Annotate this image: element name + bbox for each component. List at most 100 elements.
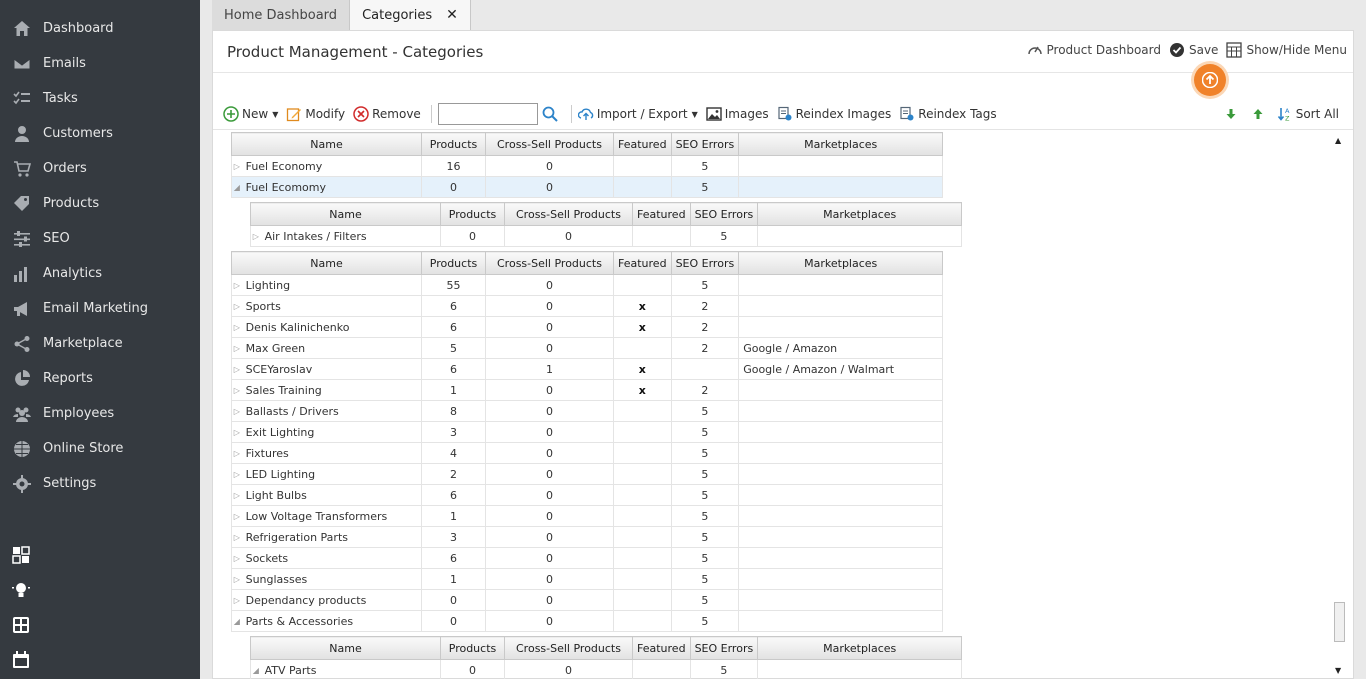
- table-row[interactable]: ▷ Low Voltage Transformers 1 0 5: [230, 505, 944, 527]
- sidebar-item-settings[interactable]: Settings: [0, 466, 200, 501]
- windows-icon[interactable]: [12, 546, 30, 564]
- column-header-name[interactable]: Name: [250, 202, 441, 226]
- expand-toggle-icon[interactable]: ▷: [230, 379, 242, 401]
- show-hide-menu-button[interactable]: Show/Hide Menu: [1226, 42, 1347, 58]
- search-input[interactable]: [437, 103, 538, 125]
- expand-toggle-icon[interactable]: ▷: [230, 442, 242, 464]
- expand-toggle-icon[interactable]: ▷: [230, 463, 242, 485]
- table-row[interactable]: ▷ Sports 6 0 x 2: [230, 295, 944, 317]
- table-row[interactable]: ▷ Max Green 5 0 2 Google / Amazon: [230, 337, 944, 359]
- column-header-products[interactable]: Products: [421, 132, 486, 156]
- scroll-up-icon[interactable]: ▲: [1335, 136, 1341, 145]
- expand-toggle-icon[interactable]: ▷: [230, 295, 242, 317]
- remove-button[interactable]: Remove: [353, 106, 421, 122]
- column-header-name[interactable]: Name: [231, 251, 422, 275]
- save-button[interactable]: Save: [1169, 42, 1218, 58]
- sidebar-item-seo[interactable]: SEO: [0, 221, 200, 256]
- column-header-featured[interactable]: Featured: [613, 251, 672, 275]
- expand-toggle-icon[interactable]: ▷: [230, 274, 242, 296]
- expand-toggle-icon[interactable]: ▷: [230, 547, 242, 569]
- expand-toggle-icon[interactable]: ◢: [249, 659, 261, 679]
- sidebar-item-emails[interactable]: Emails: [0, 46, 200, 81]
- column-header-marketplaces[interactable]: Marketplaces: [738, 132, 944, 156]
- expand-toggle-icon[interactable]: ◢: [230, 610, 242, 632]
- column-header-seo-errors[interactable]: SEO Errors: [670, 132, 740, 156]
- table-row[interactable]: ▷ Refrigeration Parts 3 0 5: [230, 526, 944, 548]
- lightbulb-icon[interactable]: [12, 581, 30, 599]
- column-header-products[interactable]: Products: [440, 636, 505, 660]
- scroll-down-icon[interactable]: ▼: [1335, 666, 1341, 675]
- table-row[interactable]: ◢ Fuel Ecomomy 0 0 5: [230, 176, 944, 198]
- table-row[interactable]: ▷ Fuel Economy 16 0 5: [230, 155, 944, 177]
- column-header-seo-errors[interactable]: SEO Errors: [689, 202, 759, 226]
- expand-toggle-icon[interactable]: ◢: [230, 176, 242, 198]
- column-header-featured[interactable]: Featured: [632, 636, 691, 660]
- expand-toggle-icon[interactable]: ▷: [230, 358, 242, 380]
- column-header-products[interactable]: Products: [440, 202, 505, 226]
- expand-toggle-icon[interactable]: ▷: [230, 155, 242, 177]
- column-header-marketplaces[interactable]: Marketplaces: [757, 636, 963, 660]
- column-header-cross-sell-products[interactable]: Cross-Sell Products: [504, 636, 633, 660]
- table-row[interactable]: ▷ Air Intakes / Filters 0 0 5: [249, 225, 963, 247]
- reindex-tags-button[interactable]: Reindex Tags: [899, 106, 997, 122]
- sidebar-item-analytics[interactable]: Analytics: [0, 256, 200, 291]
- column-header-name[interactable]: Name: [250, 636, 441, 660]
- table-row[interactable]: ▷ Exit Lighting 3 0 5: [230, 421, 944, 443]
- table-row[interactable]: ▷ SCEYaroslav 6 1 x Google / Amazon / Walmart: [230, 358, 944, 380]
- tab-home-dashboard[interactable]: Home Dashboard: [212, 0, 351, 30]
- product-dashboard-button[interactable]: Product Dashboard: [1027, 42, 1161, 58]
- sidebar-item-email-marketing[interactable]: Email Marketing: [0, 291, 200, 326]
- table-row[interactable]: ◢ Parts & Accessories 0 0 5: [230, 610, 944, 632]
- expand-toggle-icon[interactable]: ▷: [230, 316, 242, 338]
- table-row[interactable]: ▷ Sunglasses 1 0 5: [230, 568, 944, 590]
- sidebar-item-marketplace[interactable]: Marketplace: [0, 326, 200, 361]
- expand-toggle-icon[interactable]: ▷: [230, 505, 242, 527]
- column-header-marketplaces[interactable]: Marketplaces: [738, 251, 944, 275]
- sidebar-item-products[interactable]: Products: [0, 186, 200, 221]
- column-header-cross-sell-products[interactable]: Cross-Sell Products: [485, 251, 614, 275]
- close-icon[interactable]: ✕: [446, 7, 458, 23]
- sidebar-item-online-store[interactable]: Online Store: [0, 431, 200, 466]
- expand-toggle-icon[interactable]: ▷: [230, 421, 242, 443]
- expand-toggle-icon[interactable]: ▷: [230, 400, 242, 422]
- vertical-scrollbar[interactable]: ▲ ▼: [1332, 132, 1346, 677]
- images-button[interactable]: Images: [706, 106, 769, 122]
- new-button[interactable]: New ▼: [223, 106, 278, 122]
- scroll-to-top-button[interactable]: [1194, 64, 1226, 96]
- table-row[interactable]: ▷ Lighting 55 0 5: [230, 274, 944, 296]
- search-button[interactable]: [542, 106, 561, 122]
- column-header-seo-errors[interactable]: SEO Errors: [670, 251, 740, 275]
- expand-toggle-icon[interactable]: ▷: [230, 526, 242, 548]
- column-header-name[interactable]: Name: [231, 132, 422, 156]
- column-header-cross-sell-products[interactable]: Cross-Sell Products: [485, 132, 614, 156]
- expand-toggle-icon[interactable]: ▷: [230, 589, 242, 611]
- modify-button[interactable]: Modify: [286, 106, 345, 122]
- table-row[interactable]: ▷ Dependancy products 0 0 5: [230, 589, 944, 611]
- move-up-button[interactable]: [1250, 106, 1269, 122]
- move-down-button[interactable]: [1223, 106, 1242, 122]
- table-row[interactable]: ▷ LED Lighting 2 0 5: [230, 463, 944, 485]
- sidebar-item-customers[interactable]: Customers: [0, 116, 200, 151]
- reindex-images-button[interactable]: Reindex Images: [777, 106, 891, 122]
- table-row[interactable]: ▷ Sockets 6 0 5: [230, 547, 944, 569]
- expand-toggle-icon[interactable]: ▷: [249, 225, 261, 247]
- scrollbar-thumb[interactable]: [1334, 602, 1345, 642]
- column-header-marketplaces[interactable]: Marketplaces: [757, 202, 963, 226]
- sidebar-item-dashboard[interactable]: Dashboard: [0, 11, 200, 46]
- column-header-featured[interactable]: Featured: [632, 202, 691, 226]
- column-header-featured[interactable]: Featured: [613, 132, 672, 156]
- sidebar-item-employees[interactable]: Employees: [0, 396, 200, 431]
- table-row[interactable]: ▷ Light Bulbs 6 0 5: [230, 484, 944, 506]
- calculator-icon[interactable]: [12, 616, 30, 634]
- column-header-seo-errors[interactable]: SEO Errors: [689, 636, 759, 660]
- sort-all-button[interactable]: AZ Sort All: [1277, 106, 1339, 122]
- sidebar-item-reports[interactable]: Reports: [0, 361, 200, 396]
- table-row[interactable]: ◢ ATV Parts 0 0 5: [249, 659, 963, 679]
- column-header-cross-sell-products[interactable]: Cross-Sell Products: [504, 202, 633, 226]
- table-row[interactable]: ▷ Ballasts / Drivers 8 0 5: [230, 400, 944, 422]
- column-header-products[interactable]: Products: [421, 251, 486, 275]
- expand-toggle-icon[interactable]: ▷: [230, 484, 242, 506]
- import-export-button[interactable]: Import / Export ▼: [577, 106, 698, 122]
- table-row[interactable]: ▷ Fixtures 4 0 5: [230, 442, 944, 464]
- sidebar-item-orders[interactable]: Orders: [0, 151, 200, 186]
